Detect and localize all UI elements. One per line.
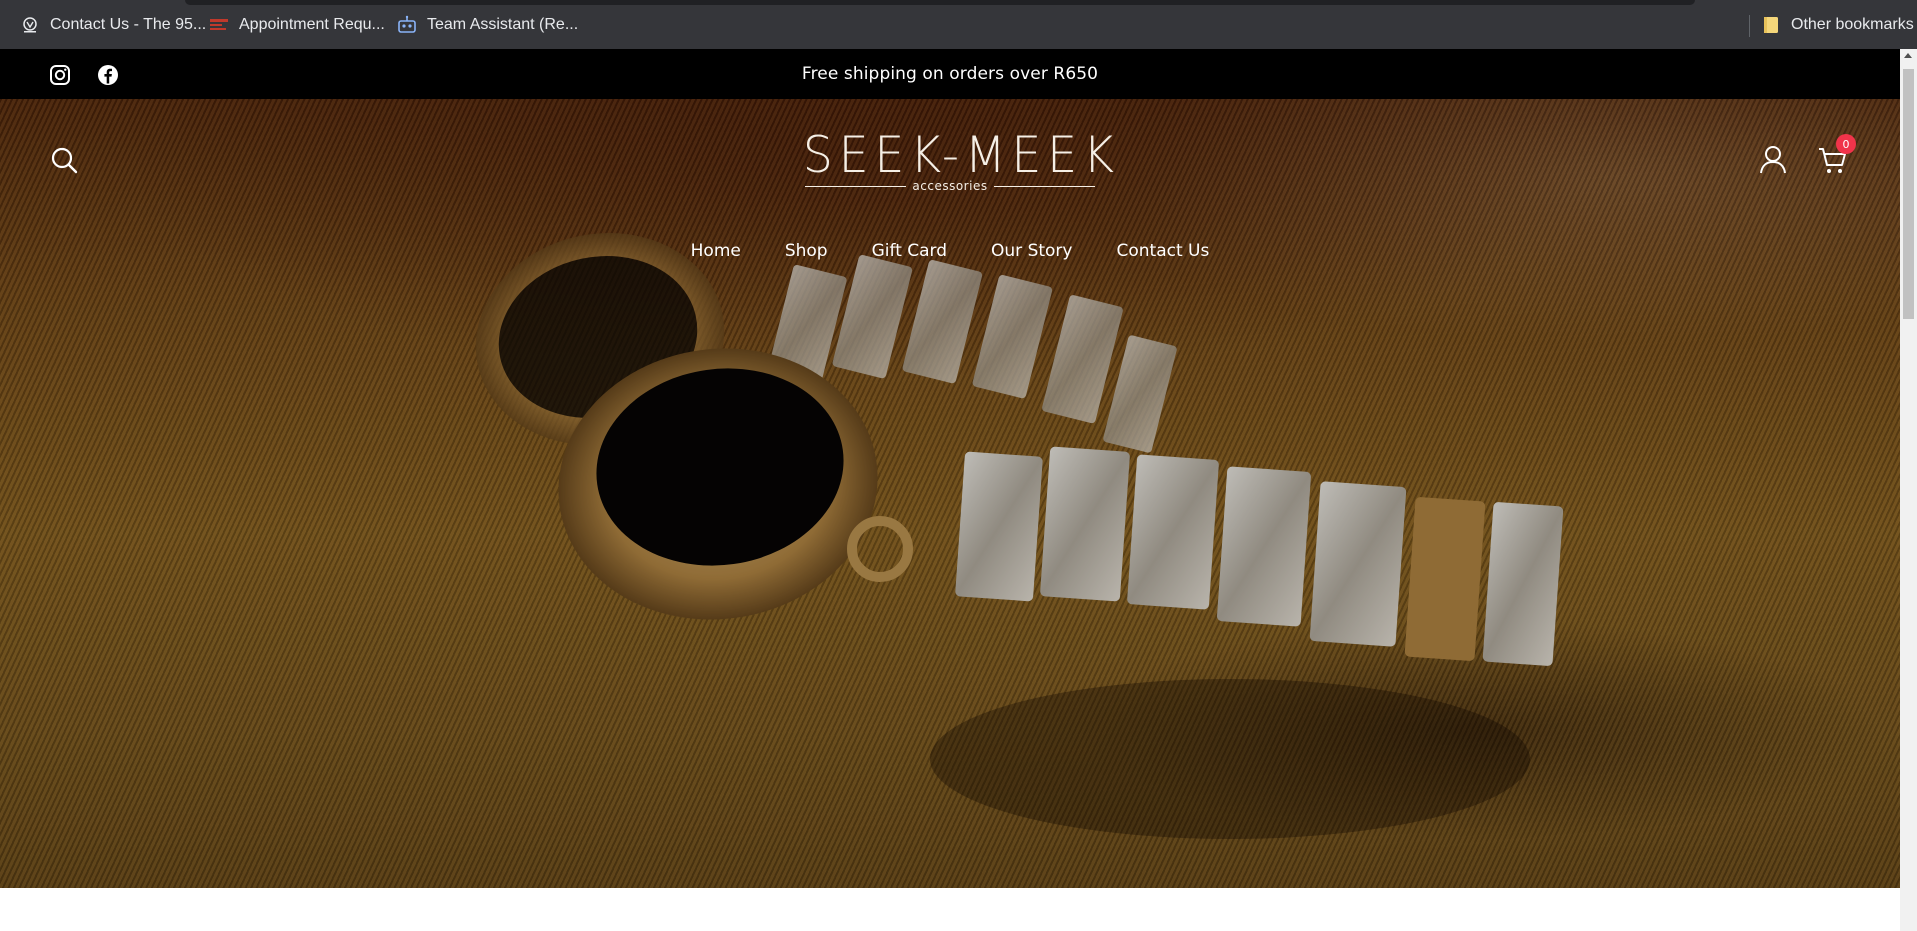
bookmark-label: Other bookmarks <box>1791 16 1914 33</box>
bookmark-label: Contact Us - The 95... <box>50 16 207 33</box>
logo-rule <box>805 185 907 187</box>
bookmark-team-assistant[interactable]: Team Assistant (Re... <box>397 13 578 37</box>
robot-icon <box>397 15 417 35</box>
hero-banner <box>0 99 1900 888</box>
logo-tagline: accessories <box>912 179 988 193</box>
bookmarks-divider <box>1749 15 1750 37</box>
bookmark-contact-us[interactable]: Contact Us - The 95... <box>20 13 206 37</box>
scroll-up-arrow[interactable] <box>1904 53 1912 58</box>
logo-wordmark: SEEK-MEEK <box>802 126 1120 184</box>
announcement-text: Free shipping on orders over R650 <box>801 64 1099 84</box>
form-icon <box>209 15 229 35</box>
bookmark-label: Appointment Requ... <box>239 16 385 33</box>
tab-strip-edge <box>185 0 1695 5</box>
site-logo[interactable]: SEEK-MEEK accessories <box>795 126 1120 193</box>
logo-rule <box>993 185 1095 187</box>
folder-icon <box>1761 15 1781 35</box>
nav-contact-us[interactable]: Contact Us <box>1095 241 1232 261</box>
nav-shop[interactable]: Shop <box>763 241 850 261</box>
cart-count-badge: 0 <box>1836 134 1856 154</box>
page-scrollbar[interactable] <box>1900 49 1917 931</box>
nav-our-story[interactable]: Our Story <box>969 241 1094 261</box>
scrollbar-thumb[interactable] <box>1903 69 1914 319</box>
hero-overlay <box>0 99 1900 888</box>
main-nav: Home Shop Gift Card Our Story Contact Us <box>0 241 1900 261</box>
nav-home[interactable]: Home <box>669 241 763 261</box>
search-icon[interactable] <box>50 146 78 174</box>
nav-gift-card[interactable]: Gift Card <box>850 241 969 261</box>
account-icon[interactable] <box>1758 144 1788 174</box>
site-logo-icon <box>20 15 40 35</box>
announcement-bar: Free shipping on orders over R650 <box>0 49 1900 99</box>
bookmark-other[interactable]: Other bookmarks <box>1761 13 1914 37</box>
bookmark-label: Team Assistant (Re... <box>427 16 579 33</box>
bookmark-appointment[interactable]: Appointment Requ... <box>209 13 385 37</box>
bookmarks-bar: Contact Us - The 95... Appointment Requ.… <box>0 0 1917 49</box>
